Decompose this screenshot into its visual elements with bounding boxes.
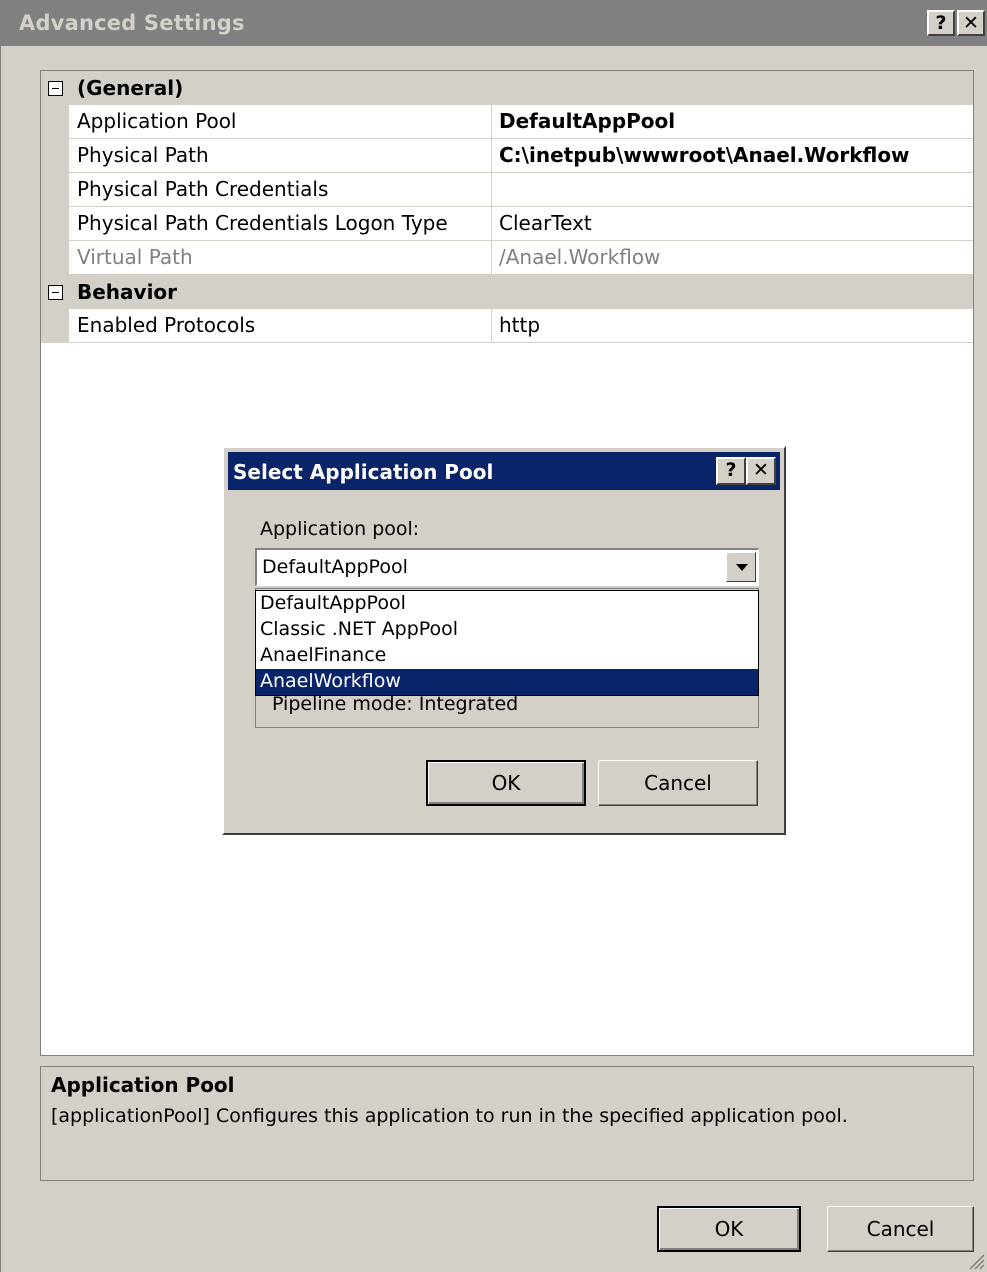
row-gutter — [41, 173, 69, 207]
dialog-close-button[interactable]: ✕ — [746, 457, 776, 485]
property-value[interactable]: http — [491, 309, 973, 343]
property-name: Enabled Protocols — [69, 309, 491, 343]
dialog-title: Select Application Pool — [233, 460, 494, 484]
dropdown-option-anaelfinance[interactable]: AnaelFinance — [256, 643, 758, 669]
resize-grip-icon[interactable] — [967, 1252, 985, 1270]
ok-button[interactable]: OK — [657, 1206, 801, 1252]
pipeline-mode-text: Pipeline mode: Integrated — [272, 693, 519, 715]
property-row-physical-path[interactable]: Physical Path C:\inetpub\wwwroot\Anael.W… — [41, 139, 973, 173]
property-name: Application Pool — [69, 105, 491, 139]
property-value[interactable]: C:\inetpub\wwwroot\Anael.Workflow — [491, 139, 973, 173]
cancel-button[interactable]: Cancel — [827, 1206, 974, 1252]
row-gutter — [41, 139, 69, 173]
row-gutter — [41, 105, 69, 139]
property-value: /Anael.Workflow — [491, 241, 973, 275]
collapse-icon[interactable] — [48, 81, 63, 96]
select-application-pool-dialog: Select Application Pool ? ✕ Application … — [222, 446, 786, 835]
application-pool-dropdown[interactable]: DefaultAppPool — [255, 548, 759, 586]
dialog-cancel-button[interactable]: Cancel — [598, 760, 758, 806]
category-label: Behavior — [77, 280, 178, 304]
row-gutter — [41, 241, 69, 275]
dialog-help-button[interactable]: ? — [716, 457, 746, 485]
row-gutter — [41, 207, 69, 241]
dropdown-list: DefaultAppPool Classic .NET AppPool Anae… — [255, 590, 759, 696]
property-value[interactable]: ClearText — [491, 207, 973, 241]
property-row-enabled-protocols[interactable]: Enabled Protocols http — [41, 309, 973, 343]
description-panel: Application Pool [applicationPool] Confi… — [40, 1066, 974, 1181]
dropdown-option-defaultapppool[interactable]: DefaultAppPool — [256, 591, 758, 617]
property-name: Physical Path Credentials Logon Type — [69, 207, 491, 241]
category-general[interactable]: (General) — [41, 71, 973, 105]
dialog-ok-button[interactable]: OK — [426, 760, 586, 806]
property-name: Physical Path Credentials — [69, 173, 491, 207]
property-value[interactable]: DefaultAppPool — [491, 105, 973, 139]
description-title: Application Pool — [51, 1073, 235, 1097]
category-behavior[interactable]: Behavior — [41, 275, 973, 309]
dialog-title-bar: Select Application Pool ? ✕ — [228, 452, 780, 490]
description-text: [applicationPool] Configures this applic… — [51, 1105, 848, 1127]
property-row-virtual-path[interactable]: Virtual Path /Anael.Workflow — [41, 241, 973, 275]
help-button[interactable]: ? — [927, 10, 955, 36]
dropdown-option-classic-net-apppool[interactable]: Classic .NET AppPool — [256, 617, 758, 643]
dropdown-option-anaelworkflow[interactable]: AnaelWorkflow — [256, 669, 758, 695]
category-label: (General) — [77, 76, 184, 100]
property-row-physical-path-credentials[interactable]: Physical Path Credentials — [41, 173, 973, 207]
title-bar: Advanced Settings ? ✕ — [1, 0, 987, 46]
dropdown-value: DefaultAppPool — [262, 556, 408, 578]
property-name: Physical Path — [69, 139, 491, 173]
chevron-down-icon[interactable] — [726, 552, 756, 582]
property-name: Virtual Path — [69, 241, 491, 275]
close-button[interactable]: ✕ — [957, 10, 985, 36]
property-row-application-pool[interactable]: Application Pool DefaultAppPool — [41, 105, 973, 139]
property-row-logon-type[interactable]: Physical Path Credentials Logon Type Cle… — [41, 207, 973, 241]
collapse-icon[interactable] — [48, 285, 63, 300]
window-title: Advanced Settings — [19, 11, 245, 35]
application-pool-label: Application pool: — [260, 518, 420, 540]
property-value[interactable] — [491, 173, 973, 207]
row-gutter — [41, 309, 69, 343]
